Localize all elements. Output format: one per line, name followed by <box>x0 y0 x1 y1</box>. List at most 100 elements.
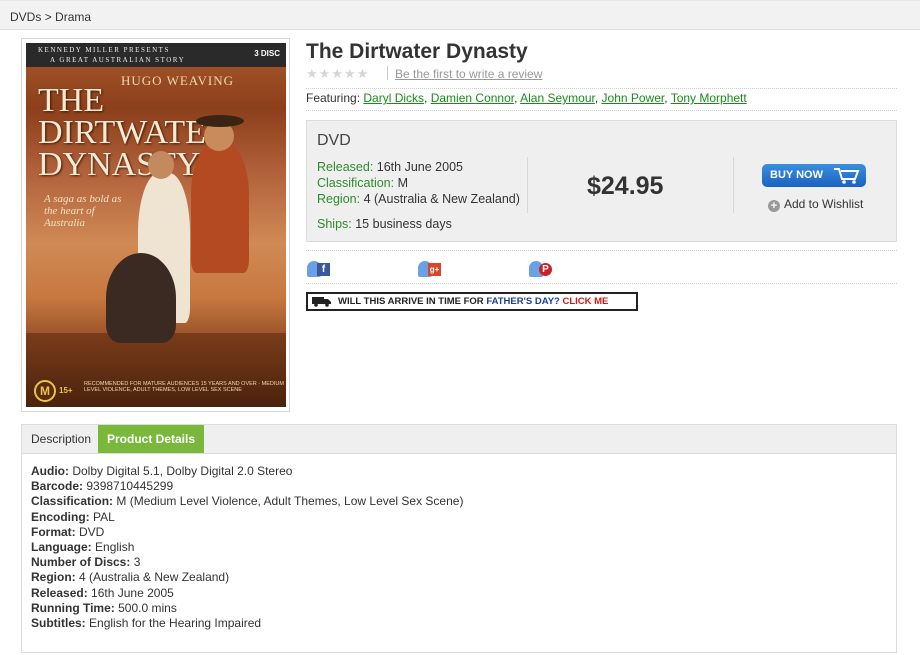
cover-figure-woman-head <box>148 151 174 179</box>
detail-audio: Audio: Dolby Digital 5.1, Dolby Digital … <box>31 464 463 479</box>
cover-rating-badge: M <box>34 380 56 402</box>
detail-key: Subtitles: <box>31 615 86 630</box>
star-icon: ★ <box>318 66 332 81</box>
purchase-panel: DVD Released: 16th June 2005 Classificat… <box>306 120 897 242</box>
cover-subtitle: A GREAT AUSTRALIAN STORY <box>50 56 186 64</box>
detail-value: 16th June 2005 <box>91 585 174 600</box>
add-to-wishlist-link[interactable]: + Add to Wishlist <box>768 197 863 212</box>
cover-tagline: A saga as bold as the heart of Australia <box>44 193 122 229</box>
format-label: DVD <box>317 132 351 149</box>
region: Region: 4 (Australia & New Zealand) <box>317 192 520 206</box>
divider <box>306 110 897 111</box>
review-divider <box>387 66 388 80</box>
breadcrumb: DVDs > Drama <box>10 10 91 24</box>
facebook-icon: f <box>317 263 330 276</box>
detail-number-of-discs: Number of Discs: 3 <box>31 555 463 570</box>
product-details-panel: Audio: Dolby Digital 5.1, Dolby Digital … <box>21 453 897 653</box>
detail-value: DVD <box>79 524 105 539</box>
breadcrumb-separator: > <box>44 10 52 24</box>
pinterest-share-button[interactable]: P <box>529 261 553 277</box>
breadcrumb-drama-link[interactable]: Drama <box>55 10 91 24</box>
cover-consumer-advice: RECOMMENDED FOR MATURE AUDIENCES 15 YEAR… <box>84 381 284 393</box>
detail-subtitles: Subtitles: English for the Hearing Impai… <box>31 616 463 631</box>
write-review-link[interactable]: Be the first to write a review <box>395 67 542 81</box>
detail-format: Format: DVD <box>31 525 463 540</box>
detail-key: Region: <box>31 570 76 585</box>
shipping-value: 15 business days <box>355 217 452 231</box>
price: $24.95 <box>587 172 664 200</box>
detail-key: Running Time: <box>31 600 115 615</box>
region-label: Region: <box>317 192 361 206</box>
facebook-share-button[interactable]: f <box>307 261 331 277</box>
detail-value: 500.0 mins <box>118 600 177 615</box>
detail-value: Dolby Digital 5.1, Dolby Digital 2.0 Ste… <box>72 464 293 478</box>
release-date: Released: 16th June 2005 <box>317 160 463 174</box>
dvd-cover-image[interactable]: KENNEDY MILLER PRESENTS A GREAT AUSTRALI… <box>26 43 286 407</box>
release-date-label: Released: <box>317 160 374 174</box>
cover-top-banner: KENNEDY MILLER PRESENTS A GREAT AUSTRALI… <box>26 43 286 67</box>
featuring-line: Featuring: Daryl Dicks, Damien Connor, A… <box>306 91 747 105</box>
breadcrumb-dvds-link[interactable]: DVDs <box>10 10 41 24</box>
detail-barcode: Barcode: 9398710445299 <box>31 479 463 494</box>
actor-link[interactable]: John Power <box>602 91 665 105</box>
cover-figure-hat <box>196 115 244 127</box>
buy-now-button[interactable]: BUY NOW <box>762 164 866 187</box>
fathers-day-cta: CLICK ME <box>562 296 609 307</box>
fathers-day-banner[interactable]: WILL THIS ARRIVE IN TIME FOR FATHER'S DA… <box>306 292 638 311</box>
pinterest-icon: P <box>539 263 552 276</box>
featuring-label: Featuring: <box>306 91 361 105</box>
product-image-frame[interactable]: KENNEDY MILLER PRESENTS A GREAT AUSTRALI… <box>21 38 290 412</box>
cart-icon <box>834 168 860 184</box>
release-date-value: 16th June 2005 <box>376 160 463 174</box>
detail-key: Language: <box>31 539 92 554</box>
detail-released: Released: 16th June 2005 <box>31 586 463 601</box>
truck-icon <box>312 297 331 307</box>
wishlist-label: Add to Wishlist <box>784 197 864 211</box>
googleplus-share-button[interactable]: g+ <box>418 261 442 277</box>
tab-description[interactable]: Description <box>22 425 100 454</box>
cover-rating-age: 15+ <box>59 386 73 395</box>
fathers-day-question: WILL THIS ARRIVE IN TIME FOR <box>338 296 484 307</box>
detail-value: 4 (Australia & New Zealand) <box>79 570 230 585</box>
star-icon: ★ <box>331 66 344 81</box>
fathers-day-text: WILL THIS ARRIVE IN TIME FOR FATHER'S DA… <box>338 294 608 309</box>
detail-value: 9398710445299 <box>86 479 174 494</box>
actor-link[interactable]: Daryl Dicks <box>363 91 424 105</box>
classification: Classification: M <box>317 176 408 190</box>
divider <box>306 88 897 89</box>
cover-figure-man <box>191 143 249 273</box>
detail-key: Released: <box>31 585 88 600</box>
detail-value: 3 <box>133 555 141 570</box>
panel-divider <box>527 157 528 213</box>
detail-classification: Classification: M (Medium Level Violence… <box>31 494 463 509</box>
classification-value: M <box>397 176 409 190</box>
classification-label: Classification: <box>317 176 395 190</box>
star-icon: ★ <box>356 66 370 81</box>
detail-key: Audio: <box>31 464 69 478</box>
buy-now-label: BUY NOW <box>770 169 823 181</box>
detail-language: Language: English <box>31 540 463 555</box>
detail-encoding: Encoding: PAL <box>31 510 463 525</box>
divider <box>306 283 897 284</box>
region-value: 4 (Australia & New Zealand) <box>363 192 520 206</box>
shipping-time: Ships: 15 business days <box>317 217 452 231</box>
detail-key: Number of Discs: <box>31 555 131 570</box>
product-title: The Dirtwater Dynasty <box>306 40 528 63</box>
star-rating[interactable]: ★★★★★ <box>306 66 369 82</box>
cover-landscape <box>26 333 286 407</box>
detail-region: Region: 4 (Australia & New Zealand) <box>31 570 463 585</box>
actor-link[interactable]: Tony Morphett <box>671 91 747 105</box>
actor-link[interactable]: Damien Connor <box>431 91 514 105</box>
star-icon: ★ <box>306 66 319 81</box>
plus-icon: + <box>768 200 780 212</box>
detail-key: Format: <box>31 524 76 539</box>
actor-link[interactable]: Alan Seymour <box>520 91 595 105</box>
detail-value: English <box>95 539 135 554</box>
divider <box>306 250 897 251</box>
shipping-label: Ships: <box>317 217 352 231</box>
detail-key: Barcode: <box>31 479 84 494</box>
cover-figure-rider <box>106 253 176 343</box>
tab-product-details[interactable]: Product Details <box>98 425 205 454</box>
detail-running-time: Running Time: 500.0 mins <box>31 601 463 616</box>
detail-value: English for the Hearing Impaired <box>89 615 262 630</box>
